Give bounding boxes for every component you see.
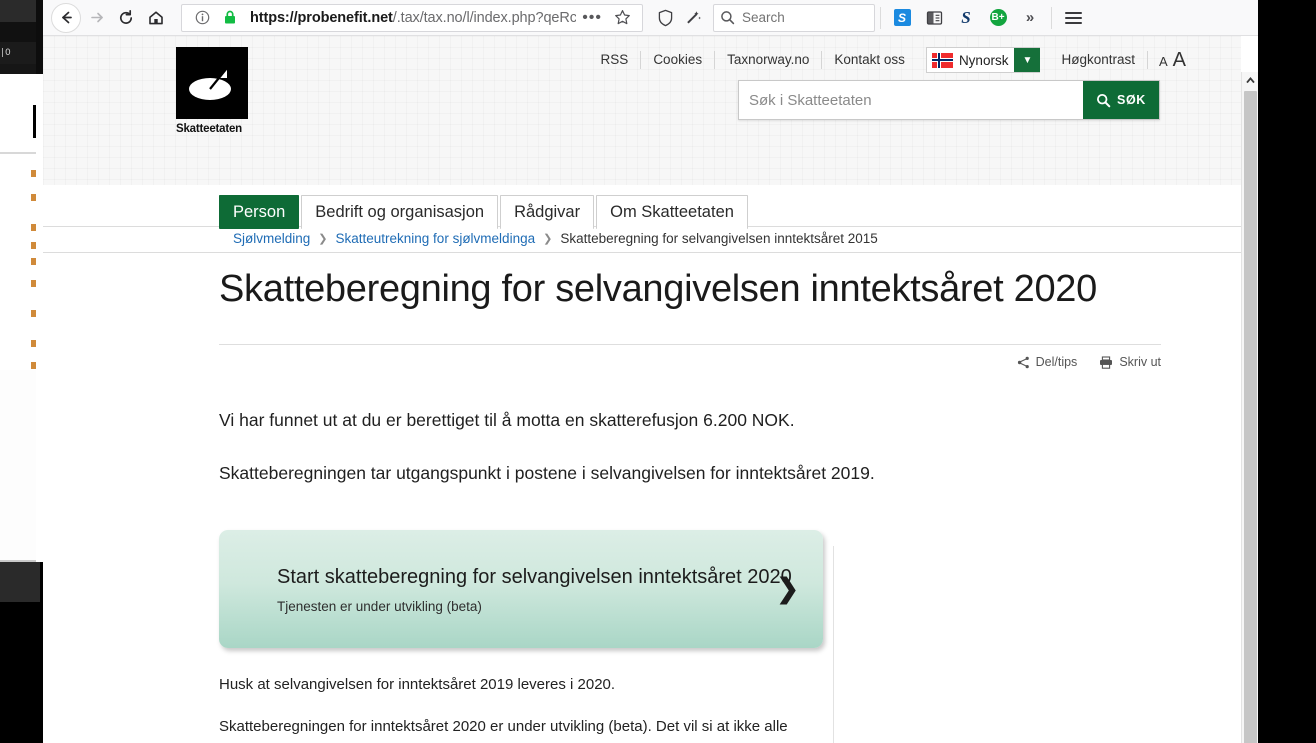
extension-icon-dark-s[interactable]: S <box>953 5 979 31</box>
font-size-large[interactable]: A <box>1173 49 1186 72</box>
site-search-button[interactable]: SØK <box>1083 81 1159 119</box>
page-actions: Del/tips Skriv ut <box>219 355 1161 369</box>
scroll-up-arrow-icon[interactable] <box>1242 72 1258 89</box>
share-icon <box>1017 356 1029 368</box>
utility-link-cookies[interactable]: Cookies <box>641 51 716 69</box>
toolbar-search-placeholder: Search <box>742 10 785 25</box>
site-logo[interactable]: Skatteetaten <box>176 47 254 135</box>
breadcrumb-item-1[interactable]: Sjølvmelding <box>233 231 310 246</box>
page-title: Skatteberegning for selvangivelsen innte… <box>219 268 1097 310</box>
reader-view-icon[interactable] <box>921 5 947 31</box>
extension-icon-bitwarden[interactable]: B+ <box>985 5 1011 31</box>
page-scrollbar[interactable] <box>1241 72 1258 743</box>
utility-link-kontakt[interactable]: Kontakt oss <box>822 51 917 69</box>
bg-window-chrome <box>0 0 40 22</box>
tab-radgivar[interactable]: Rådgivar <box>500 195 595 229</box>
bg-window-chrome-2 <box>0 22 40 42</box>
pocket-wand-icon[interactable] <box>679 4 707 32</box>
norway-flag-icon <box>931 52 953 68</box>
site-search-input[interactable] <box>739 82 1083 118</box>
share-action-label: Del/tips <box>1035 355 1078 370</box>
search-icon <box>721 11 735 25</box>
print-action-label: Skriv ut <box>1119 355 1161 370</box>
back-button[interactable] <box>51 2 81 33</box>
print-action[interactable]: Skriv ut <box>1099 355 1161 369</box>
url-text: https://probenefit.net/.tax/tax.no/l/ind… <box>250 9 577 26</box>
breadcrumb-item-3: Skatteberegning for selvangivelsen innte… <box>560 231 878 246</box>
intro-paragraph-2: Skatteberegningen tar utgangspunkt i pos… <box>219 462 875 483</box>
browser-window: https://probenefit.net/.tax/tax.no/l/ind… <box>43 0 1258 743</box>
toolbar-separator-2 <box>1051 6 1052 29</box>
chevron-right-icon: ❯ <box>776 573 799 604</box>
bg-window-ruler: |0 <box>0 42 40 64</box>
scrollbar-thumb[interactable] <box>1244 91 1257 743</box>
cta-subtitle: Tjenesten er under utvikling (beta) <box>277 599 482 615</box>
breadcrumb-separator-2: ❯ <box>543 233 553 245</box>
logo-caption: Skatteetaten <box>176 123 242 135</box>
utility-link-taxnorway[interactable]: Taxnorway.no <box>715 51 823 69</box>
lock-icon[interactable] <box>216 4 244 32</box>
bg-window-page <box>0 74 36 152</box>
bg-strip-light <box>36 74 43 562</box>
utility-link-rss[interactable]: RSS <box>589 51 642 69</box>
language-selector[interactable]: Nynorsk ▼ <box>925 47 1041 73</box>
site-search[interactable]: SØK <box>738 80 1160 120</box>
chevron-down-icon[interactable]: ▼ <box>1014 48 1041 72</box>
skatteetaten-logo-icon <box>176 47 248 119</box>
main-nav-tabs: Person Bedrift og organisasjon Rådgivar … <box>219 195 750 229</box>
page-info-icon[interactable] <box>188 4 216 32</box>
hamburger-menu-icon[interactable] <box>1060 5 1086 31</box>
toolbar-separator-1 <box>880 6 881 29</box>
intro-paragraph-1: Vi har funnet ut at du er berettiget til… <box>219 410 795 431</box>
breadcrumb-item-2[interactable]: Skatteutrekning for sjølvmeldinga <box>336 231 536 246</box>
start-calculation-button[interactable]: Start skatteberegning for selvangivelsen… <box>219 529 823 648</box>
breadcrumb: Sjølvmelding ❯ Skatteutrekning for sjølv… <box>233 231 878 246</box>
toolbar-search-box[interactable]: Search <box>713 3 875 32</box>
breadcrumb-separator-1: ❯ <box>318 233 328 245</box>
home-button[interactable] <box>141 3 171 33</box>
bg-window-dark-area <box>0 602 40 743</box>
bg-window-page-3 <box>0 370 36 560</box>
breadcrumb-band: Sjølvmelding ❯ Skatteutrekning for sjølv… <box>43 226 1241 253</box>
bookmark-star-icon[interactable] <box>608 4 636 32</box>
content-vertical-divider <box>833 546 834 743</box>
browser-toolbar: https://probenefit.net/.tax/tax.no/l/ind… <box>43 0 1258 36</box>
language-label: Nynorsk <box>958 52 1009 68</box>
title-divider <box>219 344 1161 346</box>
web-page: Skatteetaten RSS Cookies Taxnorway.no Ko… <box>43 36 1241 743</box>
tab-bedrift[interactable]: Bedrift og organisasjon <box>301 195 499 229</box>
cta-title: Start skatteberegning for selvangivelsen… <box>277 565 792 588</box>
font-size-small[interactable]: A <box>1159 54 1168 69</box>
address-bar[interactable]: https://probenefit.net/.tax/tax.no/l/ind… <box>181 3 643 32</box>
note-paragraph-2: Skatteberegningen for inntektsåret 2020 … <box>219 718 788 743</box>
note-paragraph-1: Husk at selvangivelsen for inntektsåret … <box>219 675 616 693</box>
utility-nav: RSS Cookies Taxnorway.no Kontakt oss Nyn… <box>589 46 1186 74</box>
bg-window-taskbar <box>0 562 40 602</box>
page-viewport: Skatteetaten RSS Cookies Taxnorway.no Ko… <box>43 36 1258 743</box>
extension-icon-blue-s[interactable]: S <box>889 5 915 31</box>
reload-button[interactable] <box>111 3 141 33</box>
tab-person[interactable]: Person <box>219 195 300 229</box>
font-size-control[interactable]: A A <box>1148 49 1186 72</box>
bg-strip-dark <box>36 0 43 74</box>
shield-icon[interactable] <box>651 4 679 32</box>
bg-window-chrome-3 <box>0 64 40 74</box>
forward-button[interactable] <box>81 3 111 33</box>
url-actions-icon[interactable]: ••• <box>576 9 608 27</box>
search-icon <box>1097 93 1111 107</box>
share-action[interactable]: Del/tips <box>1017 355 1078 370</box>
utility-link-contrast[interactable]: Høgkontrast <box>1049 51 1148 69</box>
printer-icon <box>1100 356 1113 369</box>
overflow-chevrons-icon[interactable]: » <box>1017 5 1043 31</box>
tab-om-skatteetaten[interactable]: Om Skatteetaten <box>596 195 748 229</box>
main-content: Skatteberegning for selvangivelsen innte… <box>219 264 1161 743</box>
site-search-button-label: SØK <box>1117 93 1146 107</box>
